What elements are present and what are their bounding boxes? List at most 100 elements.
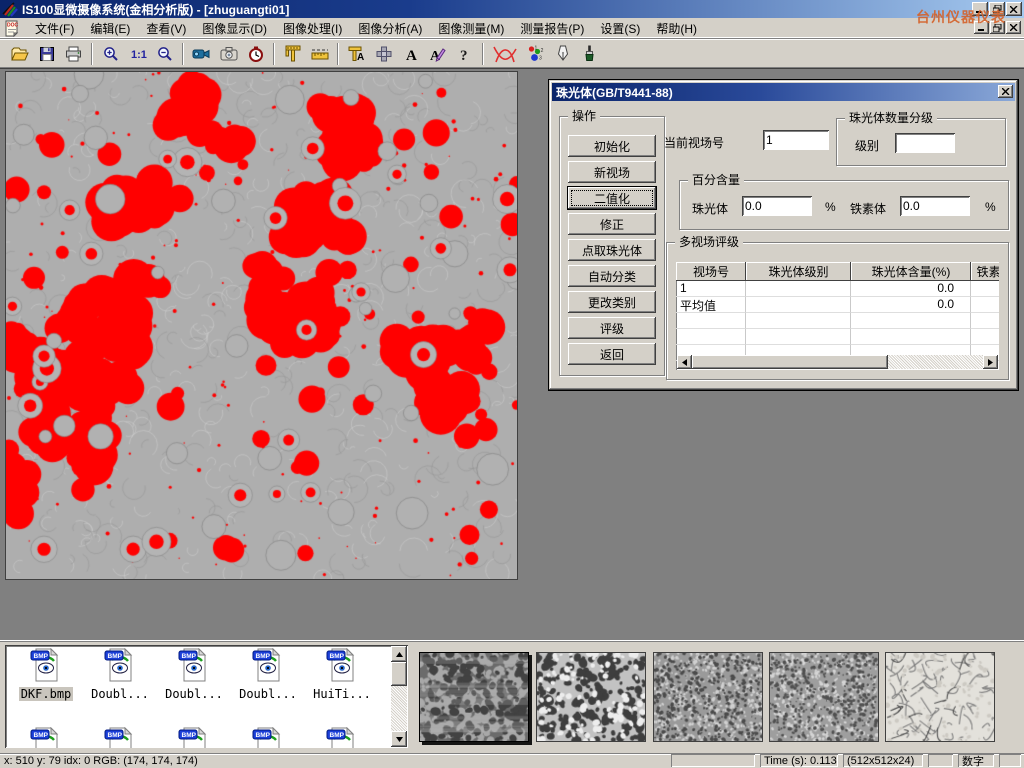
correct-button[interactable]: 修正 xyxy=(568,213,656,235)
cell-field-no: 平均值 xyxy=(676,297,746,313)
close-button[interactable] xyxy=(1006,2,1022,16)
thumbnail-1[interactable] xyxy=(419,652,529,742)
svg-text:A: A xyxy=(406,48,417,62)
text-tool-button[interactable]: A xyxy=(397,41,424,66)
pick-pearlite-button[interactable]: 点取珠光体 xyxy=(568,239,656,261)
scroll-up-button[interactable] xyxy=(391,646,407,662)
table-hscrollbar[interactable] xyxy=(677,355,998,369)
grading-group: 珠光体数量分级 级别 xyxy=(836,118,1006,166)
init-button[interactable]: 初始化 xyxy=(568,135,656,157)
file-item[interactable]: BMP HuiTi... xyxy=(307,648,377,701)
save-button[interactable] xyxy=(33,41,60,66)
file-item[interactable]: BMP xyxy=(11,727,81,748)
rate-button[interactable]: 评级 xyxy=(568,317,656,339)
mdi-close-button[interactable] xyxy=(1006,21,1021,34)
auto-classify-button[interactable]: 自动分类 xyxy=(568,265,656,287)
micrograph-image[interactable] xyxy=(6,72,517,579)
thumbnail-5[interactable] xyxy=(885,652,995,742)
ruler-measure-button[interactable] xyxy=(306,41,333,66)
operation-group-label: 操作 xyxy=(568,109,600,123)
zoom-in-button[interactable] xyxy=(97,41,124,66)
video-capture-button[interactable] xyxy=(188,41,215,66)
status-mode: 数字 xyxy=(958,754,994,767)
curve-tool-button[interactable] xyxy=(488,41,522,66)
timer-button[interactable] xyxy=(242,41,269,66)
ferrite-percent-input[interactable] xyxy=(900,196,970,216)
svg-text:1:1: 1:1 xyxy=(131,49,147,61)
file-item[interactable]: BMP xyxy=(159,727,229,748)
file-item[interactable]: BMP xyxy=(307,727,377,748)
scroll-left-button[interactable] xyxy=(677,355,692,369)
open-folder-icon xyxy=(11,46,29,62)
print-button[interactable] xyxy=(60,41,87,66)
pearlite-percent-input[interactable] xyxy=(742,196,812,216)
classify-tool-button[interactable]: 1 2 3 xyxy=(522,41,549,66)
bmp-file-icon: BMP xyxy=(178,727,210,748)
zoom-out-button[interactable] xyxy=(151,41,178,66)
file-item[interactable]: BMP Doubl... xyxy=(85,648,155,701)
mdi-restore-button[interactable] xyxy=(990,21,1005,34)
file-name[interactable]: Doubl... xyxy=(163,687,225,701)
open-file-button[interactable] xyxy=(6,41,33,66)
file-item[interactable]: BMP Doubl... xyxy=(233,648,303,701)
bmp-file-icon: BMP xyxy=(252,727,284,748)
menu-measure-report[interactable]: 测量报告(P) xyxy=(512,18,592,39)
brush-tool-button[interactable] xyxy=(576,41,603,66)
workspace: 珠光体(GB/T9441-88) 操作 初始化 新视场 二值化 修正 点取珠光体… xyxy=(0,68,1024,640)
thumbnail-4[interactable] xyxy=(769,652,879,742)
help-button[interactable]: ? xyxy=(451,41,478,66)
file-item[interactable]: BMP Doubl... xyxy=(159,648,229,701)
menu-image-measure[interactable]: 图像测量(M) xyxy=(430,18,512,39)
file-name[interactable]: Doubl... xyxy=(89,687,151,701)
arrow-down-icon xyxy=(396,737,403,742)
return-button[interactable]: 返回 xyxy=(568,343,656,365)
scroll-right-button[interactable] xyxy=(983,355,998,369)
pen-tool-button[interactable] xyxy=(549,41,576,66)
actual-size-button[interactable]: 1:1 xyxy=(124,41,151,66)
file-name[interactable]: DKF.bmp xyxy=(19,687,74,701)
grade-input[interactable] xyxy=(895,133,955,153)
file-name[interactable]: Doubl... xyxy=(237,687,299,701)
table-row[interactable]: 1 0.0 xyxy=(676,281,999,297)
minimize-button[interactable] xyxy=(972,2,988,16)
menu-view[interactable]: 查看(V) xyxy=(138,18,194,39)
thumbnail-2[interactable] xyxy=(536,652,646,742)
change-class-button[interactable]: 更改类别 xyxy=(568,291,656,313)
current-field-input[interactable] xyxy=(763,130,829,150)
menu-image-processing[interactable]: 图像处理(I) xyxy=(275,18,350,39)
file-item[interactable]: BMP xyxy=(233,727,303,748)
maximize-button[interactable] xyxy=(989,2,1005,16)
new-field-button[interactable]: 新视场 xyxy=(568,161,656,183)
file-list-vscrollbar[interactable] xyxy=(391,646,407,747)
bmp-file-icon: BMP xyxy=(30,648,62,682)
measure-annotate-button[interactable]: A xyxy=(343,41,370,66)
photo-capture-button[interactable] xyxy=(215,41,242,66)
file-item[interactable]: BMP xyxy=(85,727,155,748)
rating-table-header: 视场号 珠光体级别 珠光体含量(%) 铁素体含量(%) xyxy=(676,262,999,281)
table-row[interactable]: 平均值 0.0 xyxy=(676,297,999,313)
dialog-title-bar[interactable]: 珠光体(GB/T9441-88) xyxy=(552,83,1015,101)
mdi-minimize-button[interactable] xyxy=(974,21,989,34)
hscroll-thumb[interactable] xyxy=(692,355,888,369)
scroll-down-button[interactable] xyxy=(391,731,407,747)
menu-file[interactable]: 文件(F) xyxy=(27,18,82,39)
toolbar: 1:1 xyxy=(0,39,1024,68)
dialog-close-button[interactable] xyxy=(998,85,1013,98)
svg-text:BMP: BMP xyxy=(330,732,345,739)
caliper-measure-button[interactable] xyxy=(279,41,306,66)
grid-tool-button[interactable] xyxy=(370,41,397,66)
binarize-button[interactable]: 二值化 xyxy=(568,187,656,209)
menu-help[interactable]: 帮助(H) xyxy=(648,18,705,39)
annotate-tool-icon: A xyxy=(429,46,446,62)
menu-settings[interactable]: 设置(S) xyxy=(592,18,648,39)
thumbnail-3[interactable] xyxy=(653,652,763,742)
grading-group-label: 珠光体数量分级 xyxy=(845,111,937,125)
file-name[interactable]: HuiTi... xyxy=(311,687,373,701)
file-item[interactable]: BMP DKF.bmp xyxy=(11,648,81,701)
menu-image-display[interactable]: 图像显示(D) xyxy=(194,18,275,39)
header-ferrite-content: 铁素体含量(%) xyxy=(971,262,999,281)
menu-edit[interactable]: 编辑(E) xyxy=(82,18,138,39)
vscroll-thumb[interactable] xyxy=(391,662,407,686)
menu-image-analysis[interactable]: 图像分析(A) xyxy=(350,18,430,39)
annotate-tool-button[interactable]: A xyxy=(424,41,451,66)
